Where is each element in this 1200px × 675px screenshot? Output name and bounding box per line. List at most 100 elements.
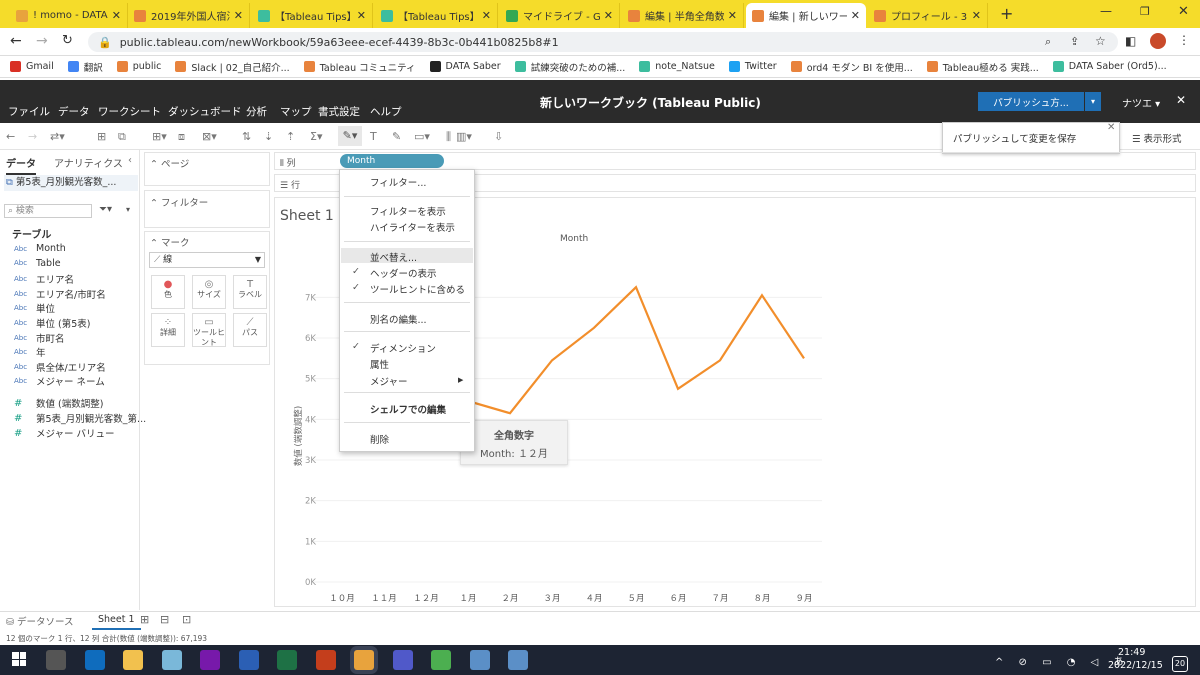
menu-item[interactable]: ファイル bbox=[8, 104, 50, 119]
mark-type-select[interactable]: ⟋ 線 ▼ bbox=[149, 252, 265, 268]
browser-tab[interactable]: 【Tableau Tips】Go✕ bbox=[252, 3, 373, 28]
mark-button[interactable]: ● 色 bbox=[151, 275, 185, 309]
share-icon[interactable]: ⇪ bbox=[1070, 35, 1079, 48]
star-icon[interactable]: ☆ bbox=[1095, 34, 1106, 48]
notification-badge[interactable]: 20 bbox=[1172, 656, 1188, 672]
new-tab-button[interactable]: + bbox=[1000, 4, 1013, 23]
chrome-icon[interactable] bbox=[354, 650, 374, 670]
browser-tab[interactable]: マイドライブ - Goog✕ bbox=[500, 3, 620, 28]
new-dashboard-icon[interactable]: ⊟ bbox=[160, 613, 169, 626]
context-menu-item[interactable]: フィルター... bbox=[370, 175, 426, 189]
duplicate-icon[interactable]: ⧉ bbox=[118, 130, 126, 144]
dimension-field[interactable]: Abc 単位 (第5表) bbox=[14, 316, 90, 330]
sort-desc-icon[interactable]: ⇡ bbox=[286, 130, 295, 143]
series-line[interactable] bbox=[426, 285, 805, 415]
columns-pill-month[interactable]: Month bbox=[340, 154, 444, 168]
context-menu-item[interactable]: ツールヒントに含める bbox=[370, 282, 465, 296]
outlook-icon[interactable] bbox=[84, 650, 105, 670]
clock-date[interactable]: 2022/12/15 bbox=[1108, 660, 1163, 671]
tab-close-icon[interactable]: ✕ bbox=[968, 9, 981, 22]
pane-toggle-icon[interactable]: ‹ bbox=[128, 155, 132, 166]
chrome-menu-icon[interactable]: ⋮ bbox=[1178, 33, 1190, 47]
teams-icon[interactable] bbox=[392, 650, 413, 670]
powerpoint-icon[interactable] bbox=[315, 650, 336, 670]
context-menu-item[interactable]: ハイライターを表示 bbox=[370, 220, 455, 234]
dimension-field[interactable]: Abc 市町名 bbox=[14, 331, 65, 345]
user-menu[interactable]: ナツエ ▾ bbox=[1122, 95, 1160, 110]
tab-data[interactable]: データ bbox=[6, 155, 36, 175]
sort-asc-icon[interactable]: ⇣ bbox=[264, 130, 273, 143]
clear-sheet-icon[interactable]: ⊠▾ bbox=[202, 130, 217, 143]
tab-close-icon[interactable]: ✕ bbox=[230, 9, 243, 22]
bookmark-item[interactable]: Tableau コミュニティ bbox=[303, 60, 416, 74]
text-icon[interactable]: T bbox=[370, 130, 377, 143]
mark-button[interactable]: ⟋ パス bbox=[233, 313, 267, 347]
pause-icon[interactable]: ⧈ bbox=[178, 130, 185, 144]
chart-type-icon[interactable]: ▥▾ bbox=[456, 130, 472, 143]
tab-close-icon[interactable]: ✕ bbox=[724, 9, 737, 22]
tab-datasource[interactable]: ⛁ データソース bbox=[6, 614, 74, 628]
browser-tab[interactable]: 編集 | 新しいワーク✕ bbox=[746, 3, 866, 28]
tab-close-icon[interactable]: ✕ bbox=[478, 9, 491, 22]
new-datasource-icon[interactable]: ⊞▾ bbox=[152, 130, 167, 143]
bookmark-item[interactable]: Tableau極める 実践... bbox=[926, 60, 1039, 74]
totals-icon[interactable]: Σ▾ bbox=[310, 130, 322, 143]
close-app-icon[interactable]: ✕ bbox=[1176, 93, 1186, 107]
show-me-button[interactable]: ☰ 表示形式 bbox=[1132, 131, 1182, 145]
mark-button[interactable]: ⁘ 詳細 bbox=[151, 313, 185, 347]
window-close-icon[interactable]: ✕ bbox=[1178, 4, 1189, 19]
highlight-button[interactable]: ✎▾ bbox=[338, 126, 362, 146]
browser-tab[interactable]: 2019年外国人宿泊 ✕ bbox=[128, 3, 250, 28]
fix-axes-icon[interactable]: ⫼ bbox=[446, 130, 451, 144]
windows-start-icon[interactable] bbox=[12, 652, 26, 666]
search-input[interactable]: ⌕ 検索 bbox=[4, 204, 92, 218]
dimension-field[interactable]: Abc 県全体/エリア名 bbox=[14, 360, 106, 374]
dimension-field[interactable]: Abc Month bbox=[14, 243, 66, 254]
context-menu-item[interactable]: 並べ替え... bbox=[370, 250, 417, 264]
measure-field[interactable]: # メジャー バリュー bbox=[14, 426, 115, 441]
word-icon[interactable] bbox=[238, 650, 259, 670]
url-field[interactable]: 🔒 public.tableau.com/newWorkbook/59a63eee… bbox=[88, 32, 1118, 52]
browser-tab[interactable]: ! momo - DATA S✕ bbox=[10, 3, 128, 28]
browser-tab[interactable]: 編集 | 半角全角数 ✕ bbox=[622, 3, 744, 28]
bookmark-item[interactable]: DATA Saber bbox=[429, 61, 501, 72]
dimension-field[interactable]: Abc エリア名/市町名 bbox=[14, 287, 106, 301]
context-menu-item[interactable]: フィルターを表示 bbox=[370, 204, 446, 218]
context-menu-item[interactable]: 別名の編集... bbox=[370, 312, 427, 326]
zoom-icon[interactable]: ⌕ bbox=[1045, 35, 1051, 49]
context-menu-item[interactable]: ヘッダーの表示 bbox=[370, 266, 437, 280]
context-menu-item[interactable]: メジャー bbox=[370, 374, 408, 388]
menu-item[interactable]: 分析 bbox=[246, 104, 267, 119]
dimension-field[interactable]: Abc メジャー ネーム bbox=[14, 374, 105, 388]
clock-time[interactable]: 21:49 bbox=[1118, 647, 1145, 658]
bookmark-item[interactable]: ord4 モダン BI を使用... bbox=[790, 60, 913, 74]
tab-sheet1[interactable]: Sheet 1 bbox=[92, 612, 141, 630]
bookmark-item[interactable]: DATA Saber (Ord5)... bbox=[1052, 61, 1167, 72]
pane-menu-icon[interactable]: ▾ bbox=[126, 205, 130, 214]
menu-item[interactable]: ヘルプ bbox=[370, 104, 402, 119]
menu-item[interactable]: ダッシュボード bbox=[168, 104, 242, 119]
measure-field[interactable]: # 第5表_月別観光客数_第... bbox=[14, 411, 146, 426]
mark-button[interactable]: ◎ サイズ bbox=[192, 275, 226, 309]
tab-close-icon[interactable]: ✕ bbox=[847, 9, 860, 22]
mark-button[interactable]: T ラベル bbox=[233, 275, 267, 309]
tooltip-close-icon[interactable]: ✕ bbox=[1107, 122, 1115, 133]
publish-button[interactable]: パブリッシュ方... bbox=[978, 92, 1084, 111]
tab-close-icon[interactable]: ✕ bbox=[108, 9, 121, 22]
annotate-icon[interactable]: ✎ bbox=[392, 130, 401, 143]
bookmark-item[interactable]: 試練突破のための補... bbox=[514, 60, 625, 74]
reload-icon[interactable]: ↻ bbox=[62, 33, 73, 48]
bookmark-item[interactable]: note_Natsue bbox=[639, 61, 715, 72]
menu-item[interactable]: マップ bbox=[280, 104, 312, 119]
redo-icon[interactable]: → bbox=[28, 130, 37, 143]
new-sheet-icon[interactable]: ⊞ bbox=[97, 130, 106, 143]
context-menu-item[interactable]: シェルフでの編集 bbox=[370, 402, 446, 416]
undo-icon[interactable]: ← bbox=[6, 130, 15, 143]
file-explorer-icon[interactable] bbox=[123, 650, 143, 670]
menu-item[interactable]: 書式設定 bbox=[318, 104, 360, 119]
swap-rows-icon[interactable]: ⇅ bbox=[242, 130, 251, 143]
task-view-icon[interactable] bbox=[46, 650, 66, 670]
new-worksheet-icon[interactable]: ⊞ bbox=[140, 613, 149, 626]
chrome-profile-icon[interactable] bbox=[431, 650, 451, 670]
browser-tab[interactable]: プロフィール - 3107✕ bbox=[868, 3, 988, 28]
